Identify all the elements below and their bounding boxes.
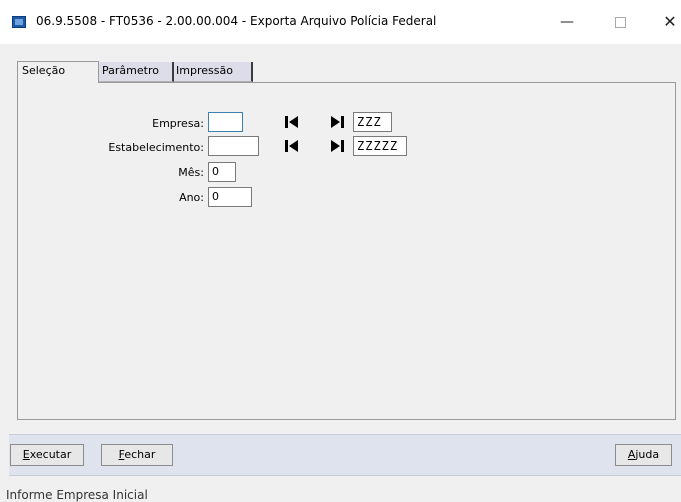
- tab-parametro[interactable]: Parâmetro: [98, 62, 174, 82]
- minimize-button[interactable]: —: [557, 12, 577, 32]
- skip-first-icon[interactable]: [284, 138, 300, 154]
- status-bar-text: Informe Empresa Inicial: [6, 488, 148, 502]
- maximize-button[interactable]: [610, 12, 630, 32]
- title-bar: 06.9.5508 - FT0536 - 2.00.00.004 - Expor…: [0, 0, 681, 44]
- close-button[interactable]: ✕: [660, 12, 680, 32]
- mes-input[interactable]: 0: [208, 162, 236, 182]
- window-title: 06.9.5508 - FT0536 - 2.00.00.004 - Expor…: [36, 14, 437, 28]
- estabelecimento-label: Estabelecimento:: [108, 141, 204, 154]
- estabelecimento-final-input[interactable]: ZZZZZ: [353, 136, 407, 156]
- empresa-label: Empresa:: [152, 117, 204, 130]
- empresa-final-input[interactable]: ZZZ: [353, 112, 392, 132]
- button-bar: Executar Fechar Ajuda: [9, 434, 681, 476]
- ajuda-button[interactable]: Ajuda: [615, 444, 672, 466]
- empresa-initial-input[interactable]: [208, 112, 243, 132]
- ano-label: Ano:: [179, 191, 204, 204]
- estabelecimento-initial-input[interactable]: [208, 136, 259, 156]
- skip-first-icon[interactable]: [284, 114, 300, 130]
- executar-button[interactable]: Executar: [10, 444, 84, 466]
- skip-last-icon[interactable]: [329, 114, 345, 130]
- maximize-icon: [614, 17, 626, 28]
- tab-impressao[interactable]: Impressão: [172, 62, 253, 82]
- selection-panel: [17, 82, 676, 420]
- ano-input[interactable]: 0: [208, 187, 252, 207]
- app-icon: [12, 16, 26, 28]
- skip-last-icon[interactable]: [329, 138, 345, 154]
- fechar-button[interactable]: Fechar: [101, 444, 173, 466]
- mes-label: Mês:: [178, 166, 204, 179]
- tab-selecao[interactable]: Seleção: [17, 61, 99, 83]
